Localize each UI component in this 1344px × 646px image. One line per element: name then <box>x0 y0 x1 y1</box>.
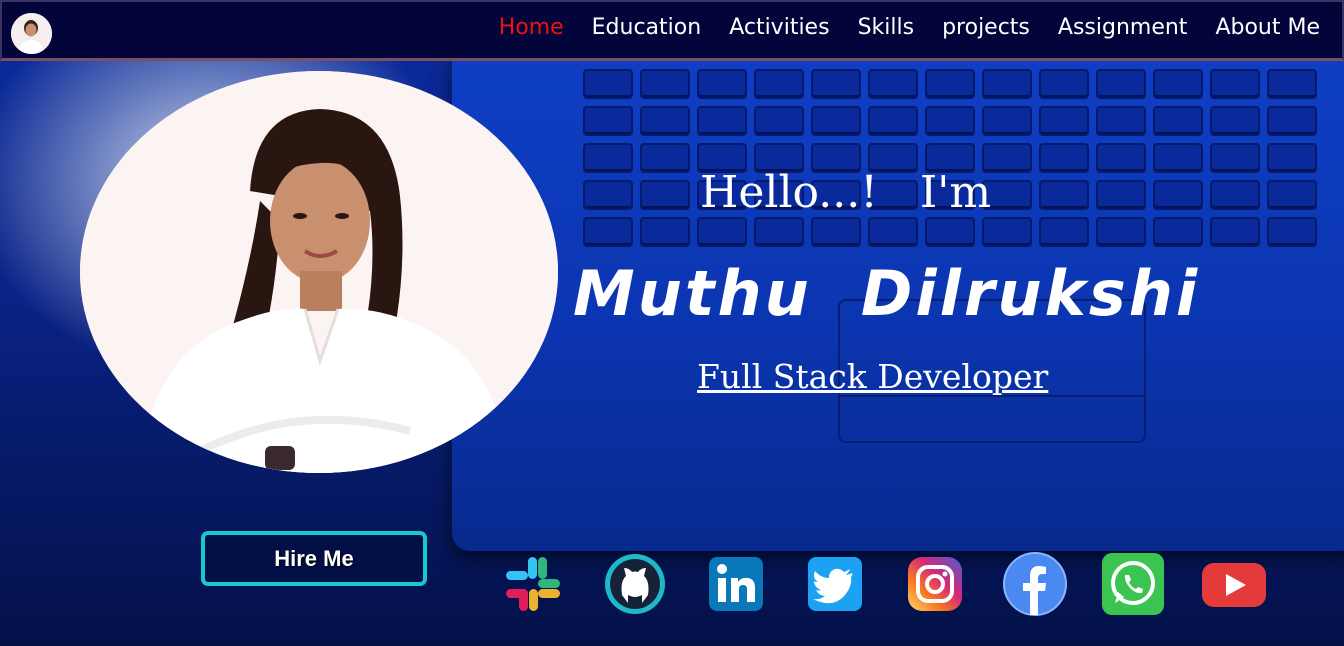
hero-name: Muthu Dilrukshi <box>573 257 1201 330</box>
keyboard-key <box>640 217 690 247</box>
nav-link-assignment[interactable]: Assignment <box>1058 13 1188 43</box>
keyboard-key <box>925 106 975 136</box>
avatar[interactable] <box>11 13 52 54</box>
social-links <box>500 551 1280 621</box>
keyboard-key <box>1096 106 1146 136</box>
keyboard-key <box>1267 180 1317 210</box>
hire-me-button[interactable]: Hire Me <box>201 531 427 586</box>
keyboard-key <box>982 106 1032 136</box>
nav-link-projects[interactable]: projects <box>942 13 1030 43</box>
keyboard-key <box>811 69 861 99</box>
keyboard-key <box>583 106 633 136</box>
keyboard-key <box>697 217 747 247</box>
keyboard-key <box>1153 180 1203 210</box>
navbar: Home Education Activities Skills project… <box>0 0 1344 61</box>
keyboard-key <box>1039 217 1089 247</box>
keyboard-key <box>1210 143 1260 173</box>
facebook-icon[interactable] <box>1002 551 1068 617</box>
keyboard-key <box>754 217 804 247</box>
keyboard-key <box>982 69 1032 99</box>
nav-link-education[interactable]: Education <box>592 13 702 43</box>
nav-link-activities[interactable]: Activities <box>729 13 829 43</box>
keyboard-key <box>1210 217 1260 247</box>
keyboard-key <box>697 106 747 136</box>
keyboard-key <box>1210 180 1260 210</box>
linkedin-icon[interactable] <box>703 551 769 617</box>
keyboard-key <box>1096 143 1146 173</box>
keyboard-key <box>697 69 747 99</box>
keyboard-key <box>868 69 918 99</box>
keyboard-key <box>1267 69 1317 99</box>
slack-icon[interactable] <box>500 551 566 617</box>
keyboard-key <box>583 69 633 99</box>
keyboard-key <box>925 69 975 99</box>
keyboard-key <box>1267 106 1317 136</box>
keyboard-key <box>1153 217 1203 247</box>
keyboard-key <box>811 106 861 136</box>
keyboard-key <box>811 217 861 247</box>
keyboard-key <box>1039 69 1089 99</box>
keyboard-key <box>754 106 804 136</box>
keyboard-key <box>583 180 633 210</box>
youtube-icon[interactable] <box>1200 551 1266 617</box>
keyboard-key <box>1039 143 1089 173</box>
keyboard-key <box>1039 180 1089 210</box>
nav-links: Home Education Activities Skills project… <box>471 13 1320 43</box>
hero-section: Hello...! I'm Muthu Dilrukshi Full Stack… <box>0 61 1344 646</box>
keyboard-key <box>1153 69 1203 99</box>
keyboard-key <box>1153 143 1203 173</box>
keyboard-key <box>1210 106 1260 136</box>
keyboard-key <box>1096 69 1146 99</box>
keyboard-key <box>640 106 690 136</box>
keyboard-key <box>868 217 918 247</box>
keyboard-key <box>982 217 1032 247</box>
keyboard-key <box>1267 143 1317 173</box>
whatsapp-icon[interactable] <box>1100 551 1166 617</box>
keyboard-key <box>1096 217 1146 247</box>
keyboard-key <box>640 180 690 210</box>
keyboard-key <box>640 69 690 99</box>
instagram-icon[interactable] <box>902 551 968 617</box>
keyboard-key <box>583 143 633 173</box>
hero-greeting: Hello...! I'm <box>700 167 992 218</box>
hero-role-link[interactable]: Full Stack Developer <box>697 357 1048 396</box>
keyboard-key <box>754 69 804 99</box>
keyboard-key <box>583 217 633 247</box>
keyboard-key <box>925 217 975 247</box>
keyboard-key <box>1039 106 1089 136</box>
nav-link-skills[interactable]: Skills <box>858 13 915 43</box>
keyboard-key <box>640 143 690 173</box>
nav-link-home[interactable]: Home <box>499 13 564 43</box>
keyboard-key <box>1267 217 1317 247</box>
keyboard-key <box>1210 69 1260 99</box>
profile-photo <box>80 71 558 473</box>
keyboard-key <box>868 106 918 136</box>
nav-link-about-me[interactable]: About Me <box>1215 13 1320 43</box>
twitter-icon[interactable] <box>802 551 868 617</box>
keyboard-key <box>1096 180 1146 210</box>
github-icon[interactable] <box>602 551 668 617</box>
keyboard-key <box>1153 106 1203 136</box>
keyboard-background <box>575 61 1344 256</box>
